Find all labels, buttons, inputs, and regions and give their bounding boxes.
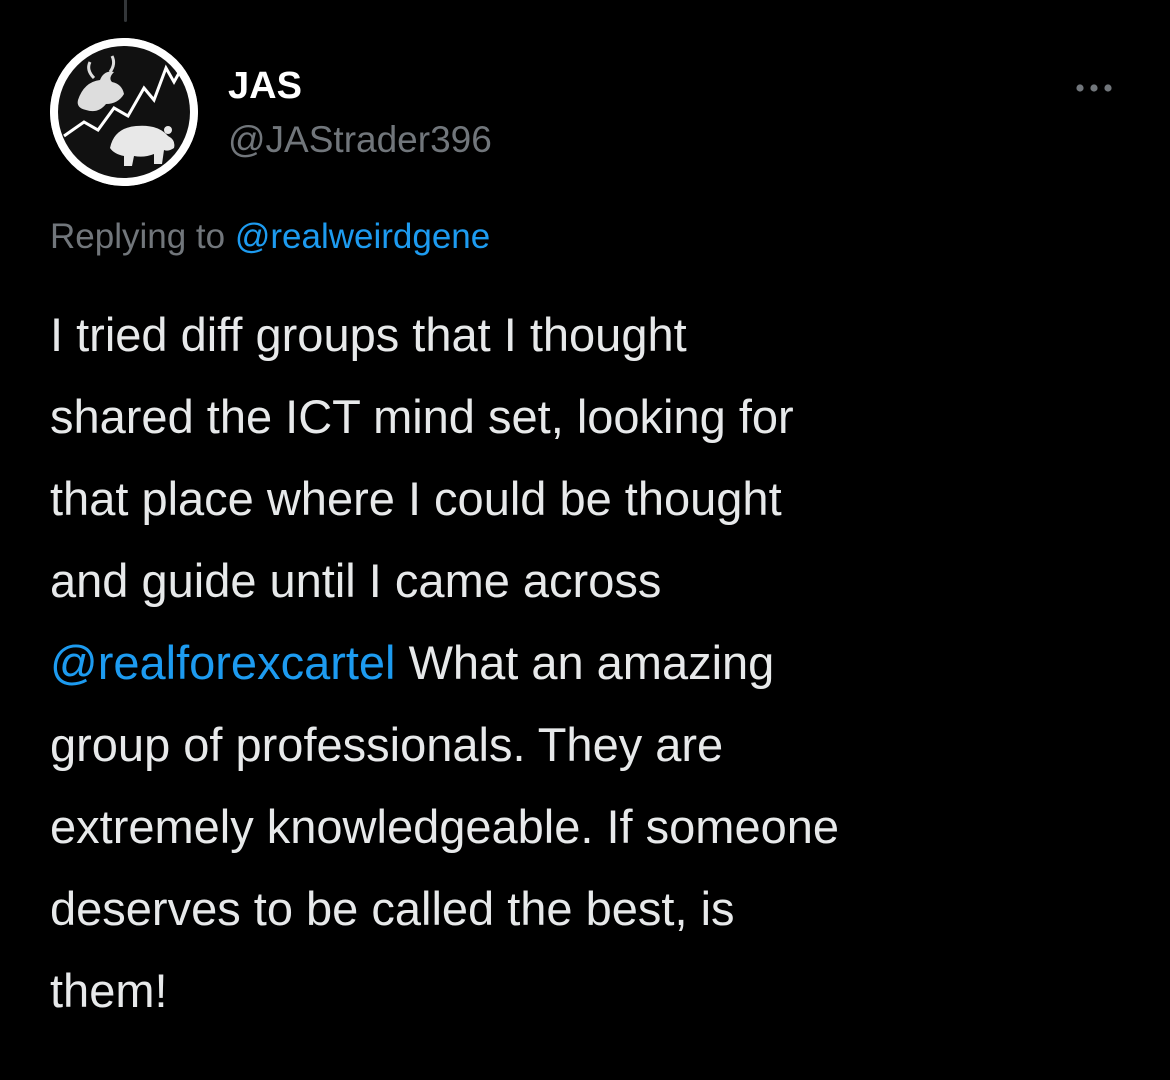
replying-to-mention-link[interactable]: @realweirdgene [235,217,490,256]
bull-bear-trading-chart-avatar-icon [50,38,198,186]
tweet-line: them! [50,964,168,1017]
tweet-line: group of professionals. They are [50,718,724,771]
tweet-line: extremely knowledgeable. If someone [50,800,839,853]
tweet-line: that place where I could be thought [50,472,782,525]
author-name[interactable]: JAS [228,62,302,110]
tweet-mention-link[interactable]: @realforexcartel [50,636,396,689]
tweet-line: and guide until I came across [50,554,662,607]
replying-to-label: Replying to [50,217,235,256]
thread-connector-line [124,0,127,22]
author-handle[interactable]: @JAStrader396 [228,116,492,164]
tweet-line: deserves to be called the best, is [50,882,735,935]
tweet-line-text: What an amazing [395,636,775,689]
more-options-icon [1076,84,1112,92]
tweet-line: I tried diff groups that I thought [50,308,687,361]
tweet-text: I tried diff groups that I thought share… [50,294,1130,1032]
replying-to: Replying to @realweirdgene [50,214,490,260]
more-options-button[interactable] [1068,66,1120,110]
tweet-line-with-mention: @realforexcartel What an amazing [50,622,1130,704]
tweet-line: shared the ICT mind set, looking for [50,390,794,443]
avatar[interactable] [50,38,198,186]
